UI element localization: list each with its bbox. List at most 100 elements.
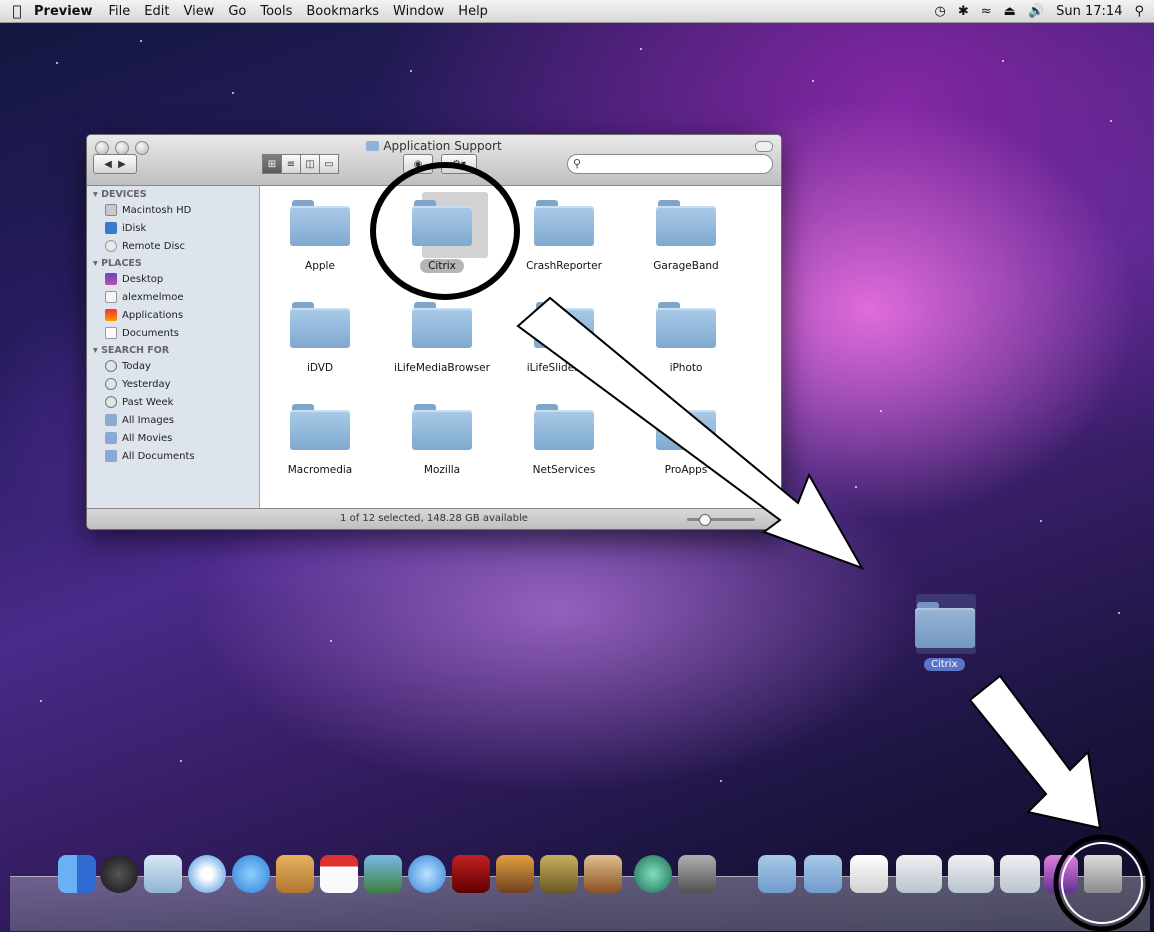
folder-item[interactable]: iPhoto [626, 302, 746, 374]
menu-help[interactable]: Help [458, 4, 488, 19]
spotlight-icon[interactable]: ⚲ [1134, 4, 1144, 19]
folder-icon [412, 302, 472, 348]
menu-tools[interactable]: Tools [260, 4, 292, 19]
sidebar-item-remote-disc[interactable]: Remote Disc [87, 237, 259, 255]
dragged-folder-label: Citrix [924, 658, 965, 671]
sidebar-item-all-images[interactable]: All Images [87, 411, 259, 429]
action-menu-button[interactable]: ⚙▾ [441, 154, 477, 174]
list-view-button[interactable]: ≡ [281, 154, 301, 174]
minimized-window-icon[interactable] [948, 855, 994, 893]
documents-stack-icon[interactable] [804, 855, 842, 893]
dashboard-dock-icon[interactable] [100, 855, 138, 893]
folder-label: NetServices [532, 464, 596, 476]
icon-size-slider[interactable] [687, 514, 755, 526]
folder-icon [534, 302, 594, 348]
app-menu[interactable]: Preview [34, 4, 93, 19]
folder-icon [534, 404, 594, 450]
ichat-dock-icon[interactable] [232, 855, 270, 893]
folder-label: CrashReporter [526, 260, 602, 272]
sidebar-item-macintosh-hd[interactable]: Macintosh HD [87, 201, 259, 219]
iphoto-dock-icon[interactable] [364, 855, 402, 893]
front-row-dock-icon[interactable] [452, 855, 490, 893]
imovie-dock-icon[interactable] [540, 855, 578, 893]
hard-disk-icon [105, 204, 117, 216]
folder-item[interactable]: iDVD [260, 302, 380, 374]
folder-icon [656, 200, 716, 246]
address-book-dock-icon[interactable] [276, 855, 314, 893]
eject-icon[interactable]: ⏏ [1004, 4, 1016, 19]
menu-file[interactable]: File [109, 4, 131, 19]
safari-dock-icon[interactable] [188, 855, 226, 893]
menu-go[interactable]: Go [228, 4, 246, 19]
folder-item[interactable]: GarageBand [626, 200, 746, 272]
system-preferences-dock-icon[interactable] [678, 855, 716, 893]
sidebar-item-desktop[interactable]: Desktop [87, 270, 259, 288]
folder-item-selected[interactable]: Citrix [382, 192, 502, 273]
wifi-icon[interactable]: ≈ [981, 4, 992, 19]
column-view-button[interactable]: ◫ [300, 154, 320, 174]
sidebar-item-all-movies[interactable]: All Movies [87, 429, 259, 447]
minimized-window-icon[interactable] [896, 855, 942, 893]
folder-item[interactable]: CrashReporter [504, 200, 624, 272]
minimized-window-icon[interactable] [1044, 855, 1078, 893]
back-arrow-icon[interactable]: ◀ [104, 159, 112, 170]
itunes-dock-icon[interactable] [408, 855, 446, 893]
forward-arrow-icon[interactable]: ▶ [118, 159, 126, 170]
slider-knob[interactable] [698, 514, 711, 526]
time-machine-dock-icon[interactable] [634, 855, 672, 893]
minimized-window-icon[interactable] [1000, 855, 1040, 893]
menu-window[interactable]: Window [393, 4, 444, 19]
time-machine-icon[interactable]: ◷ [935, 4, 946, 19]
apple-menu-icon[interactable]:  [0, 2, 34, 20]
coverflow-view-button[interactable]: ▭ [319, 154, 339, 174]
view-mode-control: ⊞ ≡ ◫ ▭ [262, 154, 339, 174]
sidebar-item-home[interactable]: alexmelmoe [87, 288, 259, 306]
sidebar-item-all-documents[interactable]: All Documents [87, 447, 259, 465]
menu-bookmarks[interactable]: Bookmarks [306, 4, 379, 19]
mail-dock-icon[interactable] [144, 855, 182, 893]
applications-stack-icon[interactable] [758, 855, 796, 893]
folder-item[interactable]: Apple [260, 200, 380, 272]
sidebar-item-idisk[interactable]: iDisk [87, 219, 259, 237]
finder-dock-icon[interactable] [58, 855, 96, 893]
icon-grid: Apple Citrix CrashReporter GarageBand iD… [260, 186, 781, 508]
ical-dock-icon[interactable] [320, 855, 358, 893]
trash-icon[interactable] [1084, 855, 1122, 893]
volume-icon[interactable]: 🔊 [1028, 4, 1044, 19]
pdf-document-icon[interactable] [850, 855, 888, 893]
folder-label: Mozilla [423, 464, 461, 476]
icon-view-button[interactable]: ⊞ [262, 154, 282, 174]
quick-look-button[interactable]: ◉ [403, 154, 433, 174]
menu-clock[interactable]: Sun 17:14 [1056, 4, 1122, 19]
status-bar: 1 of 12 selected, 148.28 GB available [87, 508, 781, 529]
menu-view[interactable]: View [183, 4, 214, 19]
folder-item[interactable]: NetServices [504, 404, 624, 476]
folder-label: Citrix [382, 259, 502, 273]
folder-item[interactable]: Mozilla [382, 404, 502, 476]
folder-item[interactable]: ProApps [626, 404, 746, 476]
search-input[interactable] [567, 154, 773, 174]
smart-folder-icon [105, 432, 117, 444]
sidebar-item-label: All Images [122, 414, 175, 426]
sidebar-header-search: ▾ SEARCH FOR [93, 345, 170, 356]
menu-bar:  Preview File Edit View Go Tools Bookma… [0, 0, 1154, 23]
garageband-dock-icon[interactable] [584, 855, 622, 893]
folder-icon [534, 200, 594, 246]
photo-booth-dock-icon[interactable] [496, 855, 534, 893]
sidebar-item-applications[interactable]: Applications [87, 306, 259, 324]
toolbar-toggle-button[interactable] [755, 141, 773, 152]
folder-item[interactable]: Macromedia [260, 404, 380, 476]
folder-item[interactable]: iLifeMediaBrowser [382, 302, 502, 374]
sidebar-item-today[interactable]: Today [87, 357, 259, 375]
sidebar-item-documents[interactable]: Documents [87, 324, 259, 342]
dragged-folder[interactable]: Citrix [912, 594, 978, 671]
bluetooth-icon[interactable]: ✱ [958, 4, 969, 19]
sidebar-item-past-week[interactable]: Past Week [87, 393, 259, 411]
folder-item[interactable]: iLifeSlideshow [504, 302, 624, 374]
applications-icon [105, 309, 117, 321]
back-forward-buttons[interactable]: ◀ ▶ [93, 154, 137, 174]
folder-icon [290, 302, 350, 348]
menu-edit[interactable]: Edit [144, 4, 169, 19]
folder-icon [656, 302, 716, 348]
sidebar-item-yesterday[interactable]: Yesterday [87, 375, 259, 393]
